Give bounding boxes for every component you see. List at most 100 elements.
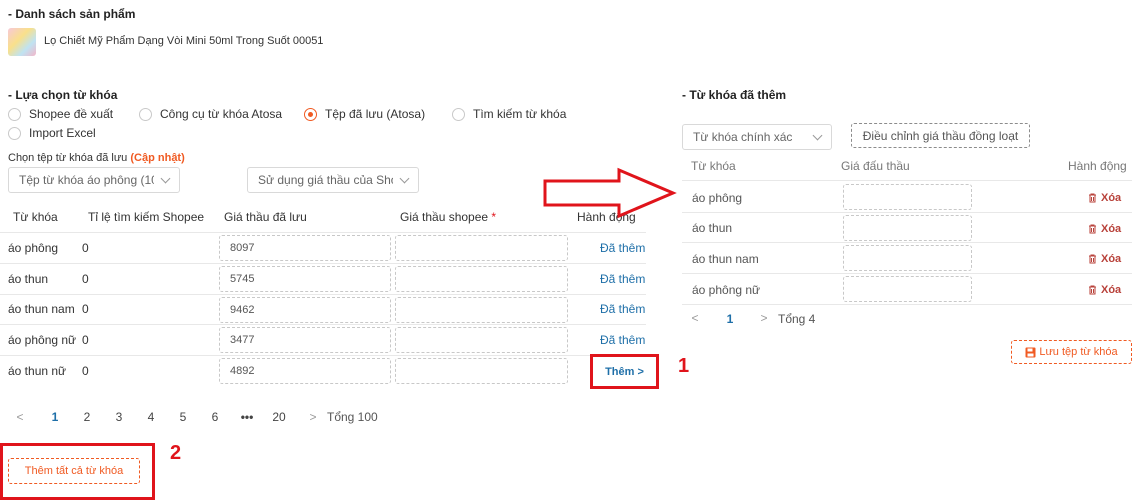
row-divider [682, 304, 1132, 305]
row-divider [0, 263, 646, 264]
save-keyword-file-button[interactable]: Lưu tệp từ khóa [1011, 340, 1132, 364]
update-link[interactable]: (Cập nhật) [130, 152, 184, 164]
saved-bid-input[interactable]: 4892 [219, 358, 391, 384]
trash-icon [1089, 285, 1096, 295]
page-1[interactable]: 1 [48, 410, 62, 424]
adjust-bids-button[interactable]: Điều chỉnh giá thầu đồng loạt [851, 123, 1030, 148]
radio-indicator [452, 107, 465, 121]
saved-bid-input[interactable]: 5745 [219, 266, 391, 292]
radio-label: Tệp đã lưu (Atosa) [325, 107, 426, 121]
file-select-label: Chọn tệp từ khóa đã lưu (Cập nhật) [8, 152, 185, 164]
row-ratio: 0 [82, 333, 89, 347]
page-5[interactable]: 5 [176, 410, 190, 424]
shopee-bid-input[interactable] [395, 235, 568, 261]
shopee-bid-input[interactable] [395, 297, 568, 323]
row-ratio: 0 [82, 364, 89, 378]
radio-import-excel[interactable]: Import Excel [8, 126, 96, 140]
select-value: Sử dụng giá thầu của Sho [258, 173, 393, 187]
page-6[interactable]: 6 [208, 410, 222, 424]
row-divider [682, 212, 1132, 213]
right-pagination-prev[interactable]: < [688, 311, 702, 325]
col-header-keyword: Từ khóa [13, 210, 58, 224]
saved-file-select[interactable]: Tệp từ khóa áo phông (10 [8, 167, 180, 193]
added-bid-input[interactable] [843, 276, 972, 302]
added-bid-input[interactable] [843, 245, 972, 271]
added-status: Đã thêm [600, 302, 646, 316]
radio-indicator [8, 107, 21, 121]
delete-label: Xóa [1101, 253, 1122, 265]
row-ratio: 0 [82, 241, 89, 255]
right-col-header-bid: Giá đấu thầu [841, 159, 910, 173]
right-pagination-total: Tổng 4 [778, 312, 816, 326]
pagination-prev[interactable]: < [13, 410, 27, 424]
right-pagination-next[interactable]: > [757, 311, 771, 325]
added-row-keyword: áo phông nữ [692, 283, 761, 297]
delete-label: Xóa [1101, 284, 1122, 296]
page-2[interactable]: 2 [80, 410, 94, 424]
save-icon [1025, 347, 1036, 357]
radio-shopee-suggest[interactable]: Shopee đề xuất [8, 107, 113, 121]
right-page-1[interactable]: 1 [723, 312, 737, 326]
page-4[interactable]: 4 [144, 410, 158, 424]
arrow-right-icon [543, 167, 677, 219]
delete-button[interactable]: Xóa [1088, 192, 1121, 204]
radio-indicator [139, 107, 152, 121]
trash-icon [1089, 193, 1096, 203]
added-bid-input[interactable] [843, 215, 972, 241]
row-divider [682, 242, 1132, 243]
radio-atosa-tool[interactable]: Công cụ từ khóa Atosa [139, 107, 282, 121]
row-divider [0, 294, 646, 295]
pagination-ellipsis[interactable]: ••• [236, 410, 258, 424]
radio-indicator [8, 126, 21, 140]
saved-bid-input[interactable]: 9462 [219, 297, 391, 323]
bid-source-select[interactable]: Sử dụng giá thầu của Sho [247, 167, 419, 193]
shopee-bid-input[interactable] [395, 327, 568, 353]
shopee-bid-input[interactable] [395, 358, 568, 384]
row-divider [682, 273, 1132, 274]
shopee-bid-input[interactable] [395, 266, 568, 292]
file-label-text: Chọn tệp từ khóa đã lưu [8, 152, 128, 164]
row-ratio: 0 [82, 272, 89, 286]
chevron-down-icon [160, 173, 171, 183]
required-mark: * [491, 210, 497, 224]
add-keyword-button[interactable]: Thêm > [605, 366, 644, 378]
select-value: Tệp từ khóa áo phông (10 [19, 173, 154, 187]
radio-label: Công cụ từ khóa Atosa [160, 107, 283, 121]
added-status: Đã thêm [600, 241, 646, 255]
added-bid-input[interactable] [843, 184, 972, 210]
pagination-next[interactable]: > [306, 410, 320, 424]
delete-label: Xóa [1101, 223, 1122, 235]
row-keyword: áo thun [8, 272, 49, 286]
add-keyword-highlight: Thêm > [590, 354, 659, 389]
saved-bid-input[interactable]: 8097 [219, 235, 391, 261]
match-type-select[interactable]: Từ khóa chính xác [682, 124, 832, 150]
delete-label: Xóa [1101, 192, 1122, 204]
radio-indicator-selected [304, 107, 317, 121]
saved-bid-input[interactable]: 3477 [219, 327, 391, 353]
chevron-down-icon [399, 173, 410, 183]
radio-search-keyword[interactable]: Tìm kiếm từ khóa [452, 107, 566, 121]
page-20[interactable]: 20 [269, 410, 289, 424]
row-keyword: áo phông nữ [8, 333, 77, 347]
added-keywords-title: - Từ khóa đã thêm [682, 88, 787, 102]
row-divider [0, 355, 646, 356]
right-col-header-action: Hành động [1068, 159, 1127, 173]
chevron-down-icon [812, 130, 823, 140]
added-row-keyword: áo thun [692, 221, 733, 235]
trash-icon [1089, 224, 1096, 234]
delete-button[interactable]: Xóa [1088, 253, 1121, 265]
add-all-keywords-button[interactable]: Thêm tất cả từ khóa [8, 458, 140, 484]
col-header-search-ratio: Tỉ lệ tìm kiếm Shopee [88, 210, 205, 224]
header-text: Giá thầu shopee [400, 210, 489, 224]
delete-button[interactable]: Xóa [1088, 284, 1121, 296]
trash-icon [1089, 254, 1096, 264]
keyword-select-title: - Lựa chọn từ khóa [8, 88, 118, 102]
added-status: Đã thêm [600, 272, 646, 286]
annotation-label-1: 1 [678, 355, 690, 377]
row-keyword: áo thun nam [8, 302, 75, 316]
product-name: Lọ Chiết Mỹ Phẩm Dạng Vòi Mini 50ml Tron… [44, 35, 324, 47]
delete-button[interactable]: Xóa [1088, 223, 1121, 235]
right-header-divider [682, 180, 1132, 181]
page-3[interactable]: 3 [112, 410, 126, 424]
radio-saved-file[interactable]: Tệp đã lưu (Atosa) [304, 107, 425, 121]
